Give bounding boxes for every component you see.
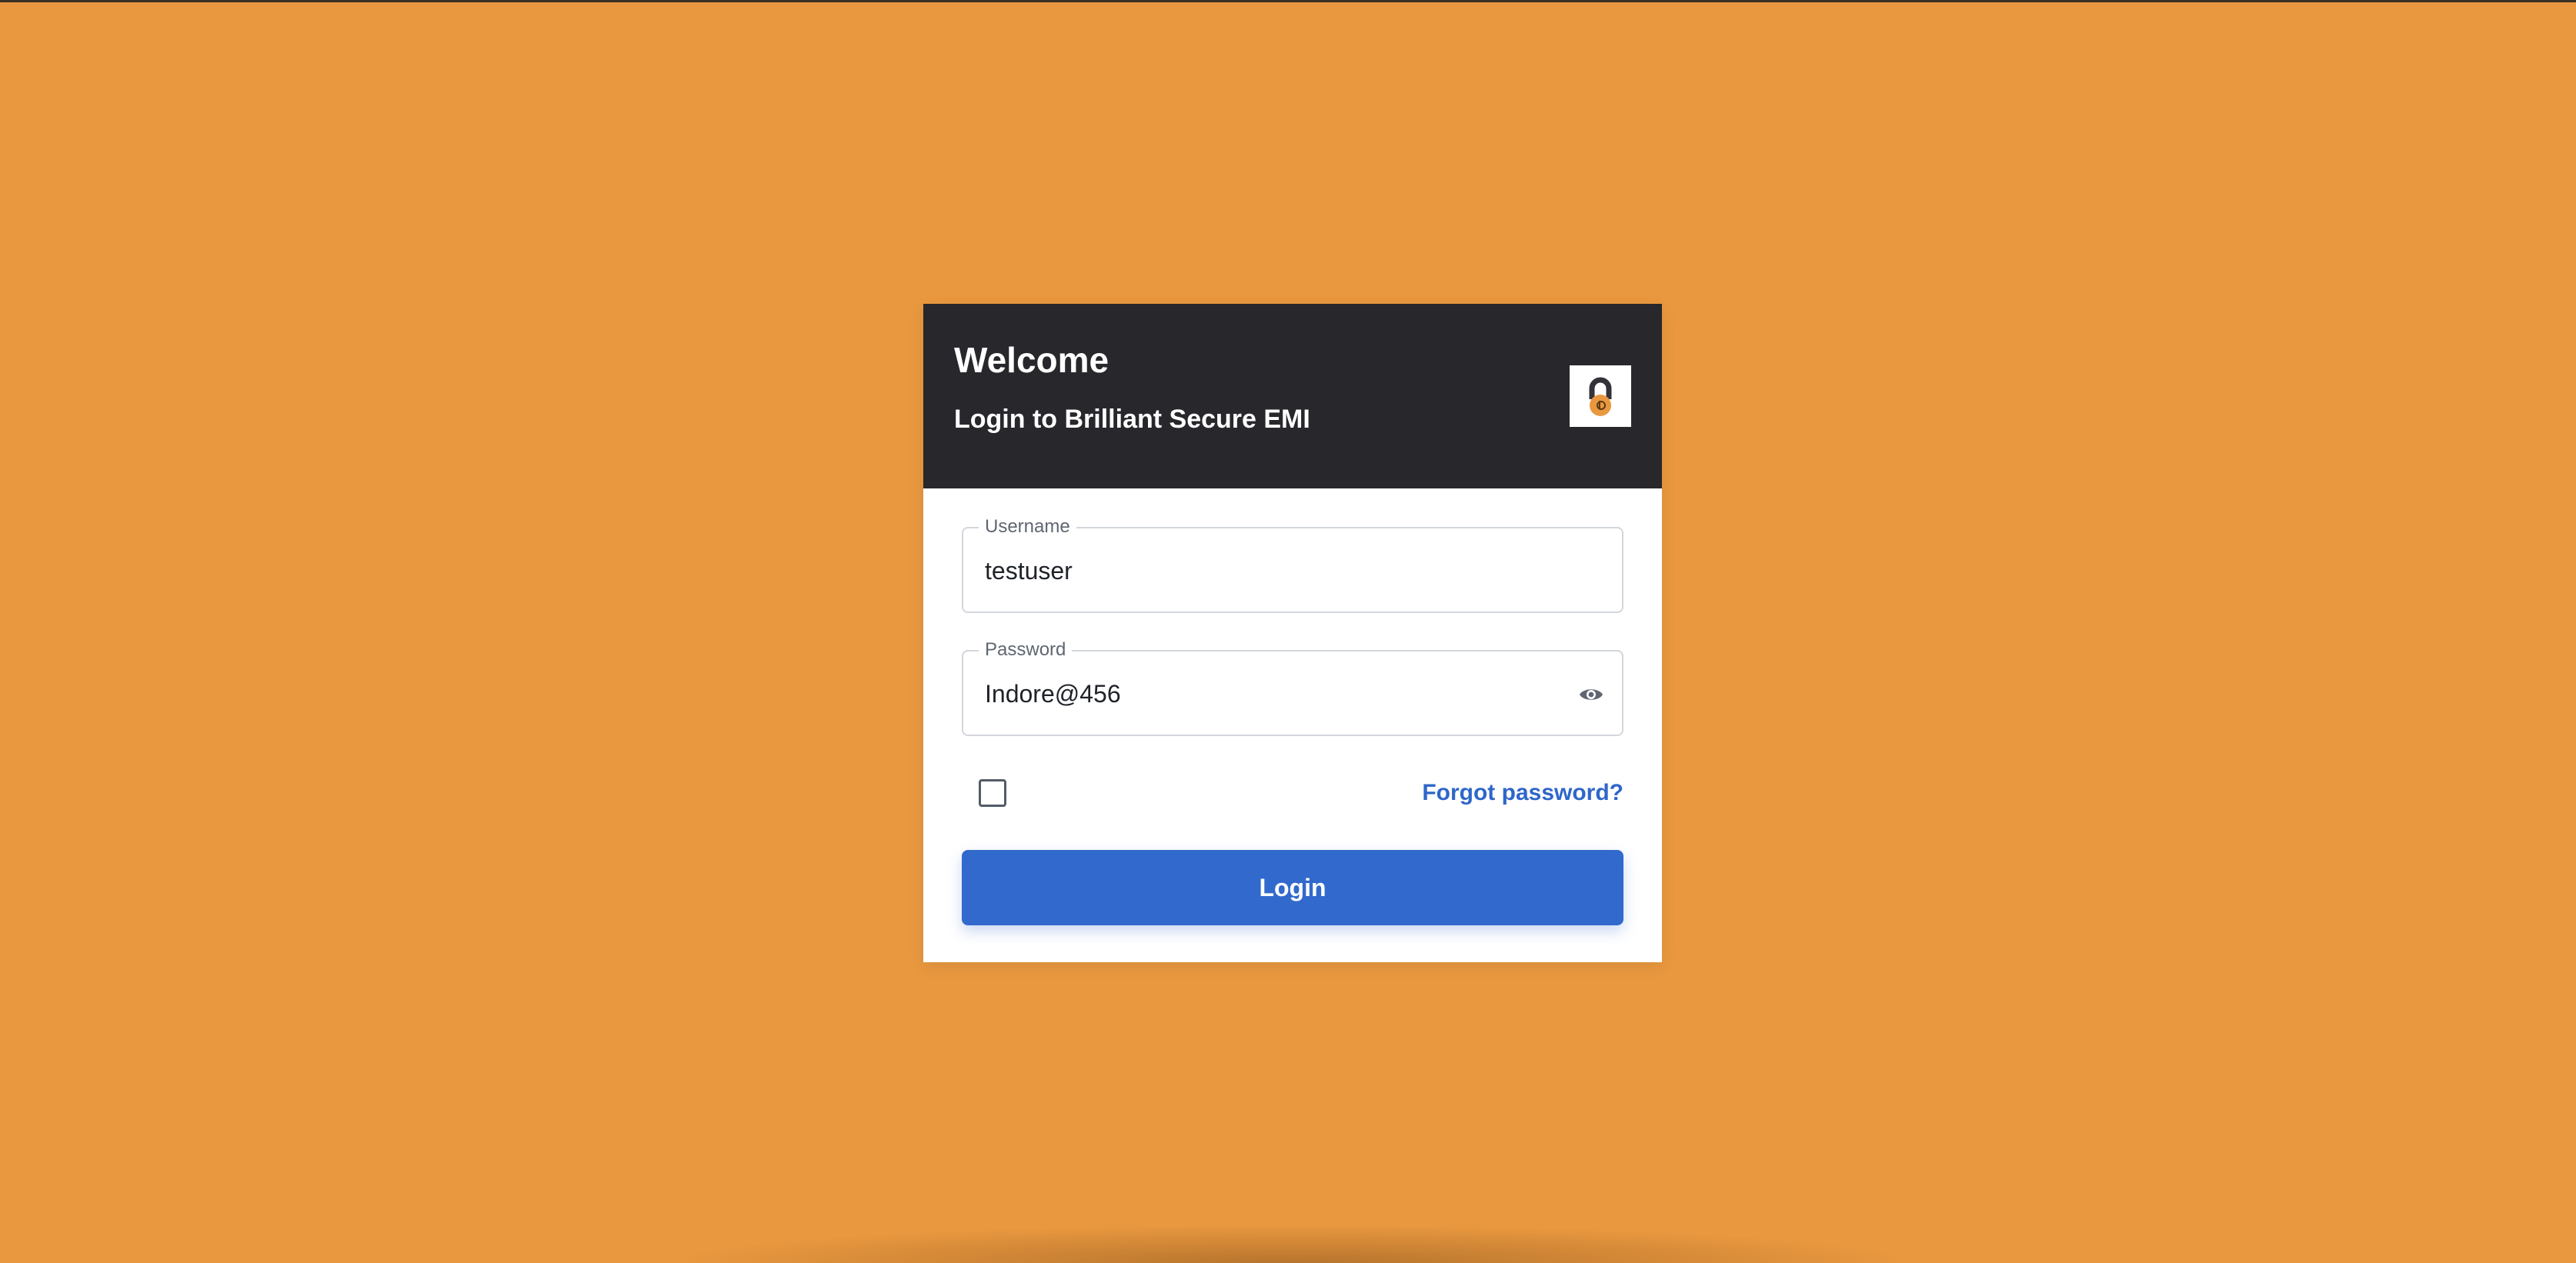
padlock-logo-icon (1570, 365, 1631, 427)
eye-icon[interactable] (1577, 681, 1605, 708)
password-label: Password (979, 639, 1073, 661)
forgot-password-link[interactable]: Forgot password? (1422, 779, 1623, 807)
login-button[interactable]: Login (962, 850, 1623, 925)
login-card-header: Welcome Login to Brilliant Secure EMI (923, 304, 1662, 488)
password-input[interactable] (985, 675, 1570, 713)
username-label: Username (979, 516, 1076, 538)
page-bottom-shadow (662, 1225, 1924, 1263)
login-subtitle: Login to Brilliant Secure EMI (954, 405, 1310, 434)
username-input[interactable] (985, 552, 1570, 590)
password-field: Password (962, 639, 1623, 736)
username-field: Username (962, 516, 1623, 613)
remember-me-checkbox[interactable] (979, 779, 1006, 807)
login-card: Welcome Login to Brilliant Secure EMI Us… (923, 304, 1662, 962)
welcome-title: Welcome (954, 340, 1109, 380)
